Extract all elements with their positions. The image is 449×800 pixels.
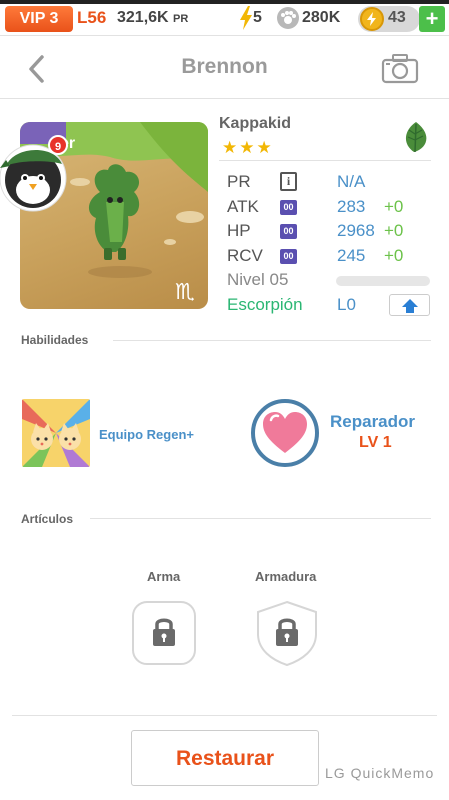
lightning-icon — [240, 6, 252, 30]
power-value: 321,6K — [117, 9, 169, 26]
coin-icon — [360, 7, 384, 31]
items-section-title: Artículos — [21, 512, 74, 526]
arrow-up-icon — [402, 299, 418, 313]
stat-boost-icon: 00 — [280, 224, 297, 239]
zodiac-symbol-icon: ♏ — [175, 280, 195, 305]
xp-progress-bar — [336, 276, 430, 286]
page-header: Brennon — [0, 37, 449, 99]
zodiac-level: L0 — [337, 295, 356, 314]
stat-bonus-atk: +0 — [384, 197, 404, 216]
upgrade-zodiac-button[interactable] — [389, 294, 430, 316]
weapon-slot-label: Arma — [147, 569, 181, 584]
level-label: Nivel 05 — [227, 270, 289, 289]
coin-count: 43 — [388, 9, 406, 26]
stat-label-rcv: RCV — [227, 246, 263, 265]
star-rating: ★★★ — [222, 138, 274, 157]
status-bar: VIP 3 L56 321,6K PR 5 280K 43 + — [0, 0, 449, 36]
stats-divider — [219, 160, 431, 161]
stat-label-atk: ATK — [227, 197, 259, 216]
stat-value-pr: N/A — [337, 172, 366, 191]
skills-divider — [113, 340, 431, 341]
stat-label-hp: HP — [227, 221, 251, 240]
heart-icon — [263, 412, 307, 453]
skills-section-title: Habilidades — [21, 333, 89, 347]
power-rating: 321,6K PR — [117, 9, 188, 27]
player-level: L56 — [77, 8, 107, 27]
armor-slot-label: Armadura — [255, 569, 317, 584]
restore-button[interactable]: Restaurar — [131, 730, 319, 786]
paw-count: 280K — [302, 9, 341, 26]
notification-badge: 9 — [48, 135, 68, 155]
team-skill-image[interactable] — [22, 399, 90, 467]
team-skill-name[interactable]: Equipo Regen+ — [99, 427, 194, 442]
stat-boost-icon: 00 — [280, 249, 297, 264]
info-icon[interactable]: i — [280, 172, 297, 191]
items-divider — [90, 518, 431, 519]
vip-badge[interactable]: VIP 3 — [5, 6, 73, 32]
leaf-icon — [405, 122, 427, 153]
stat-bonus-rcv: +0 — [384, 246, 404, 265]
ability-name: Reparador — [330, 412, 416, 431]
stat-value-atk: 283 — [337, 197, 366, 216]
repair-skill-icon[interactable] — [251, 399, 319, 467]
ability-level: LV 1 — [359, 434, 392, 451]
stat-value-rcv: 245 — [337, 246, 366, 265]
weapon-slot[interactable] — [131, 600, 197, 666]
stat-bonus-hp: +0 — [384, 221, 404, 240]
add-coins-button[interactable]: + — [419, 6, 445, 32]
armor-slot[interactable] — [254, 600, 320, 666]
zodiac-name: Escorpión — [227, 295, 303, 314]
character-name: Kappakid — [219, 115, 292, 132]
power-unit: PR — [173, 13, 189, 25]
camera-icon[interactable] — [381, 52, 419, 84]
stat-value-hp: 2968 — [337, 221, 375, 240]
stat-boost-icon: 00 — [280, 200, 297, 215]
footer-divider — [12, 715, 437, 716]
stat-label-pr: PR — [227, 172, 251, 191]
energy-count: 5 — [253, 9, 262, 26]
quickmemo-watermark: LG QuickMemo — [325, 765, 435, 781]
paw-icon — [277, 7, 299, 29]
phone-status-stripe — [0, 0, 449, 4]
